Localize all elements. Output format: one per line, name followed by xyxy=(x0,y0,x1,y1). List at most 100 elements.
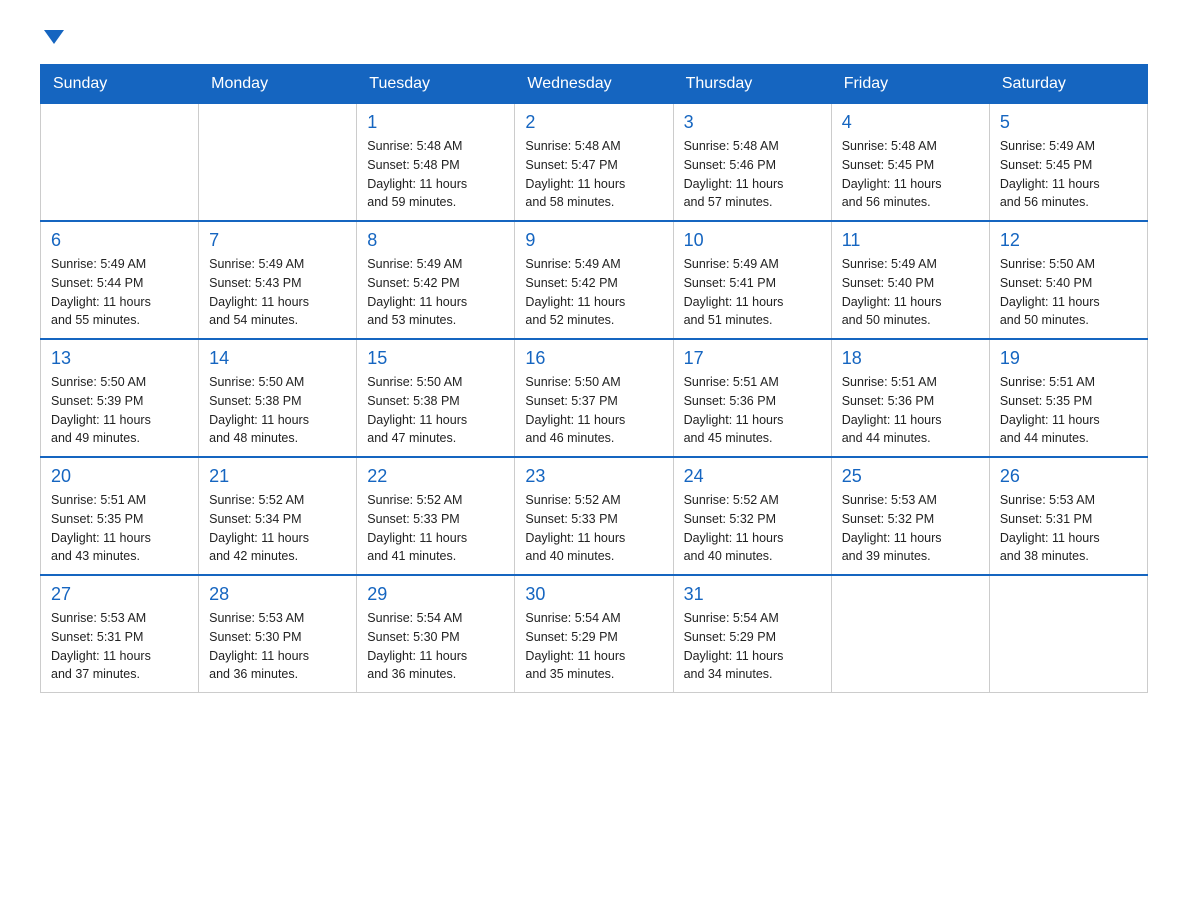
day-number: 16 xyxy=(525,348,662,369)
calendar-cell xyxy=(199,104,357,222)
calendar-cell: 14Sunrise: 5:50 AM Sunset: 5:38 PM Dayli… xyxy=(199,339,357,457)
day-info: Sunrise: 5:51 AM Sunset: 5:35 PM Dayligh… xyxy=(1000,373,1137,448)
calendar-week-row: 1 Sunrise: 5:48 AM Sunset: 5:48 PM Daylig… xyxy=(41,104,1148,222)
day-info: Sunrise: 5:53 AM Sunset: 5:31 PM Dayligh… xyxy=(1000,491,1137,566)
day-number: 23 xyxy=(525,466,662,487)
calendar-week-row: 13 Sunrise: 5:50 AM Sunset: 5:39 PM Dayli… xyxy=(41,339,1148,457)
calendar-cell: 9 Sunrise: 5:49 AM Sunset: 5:42 PM Daylig… xyxy=(515,221,673,339)
day-number: 18 xyxy=(842,348,979,369)
day-number: 7 xyxy=(209,230,346,251)
weekday-header-tuesday: Tuesday xyxy=(357,65,515,104)
calendar-week-row: 20 Sunrise: 5:51 AM Sunset: 5:35 PM Dayli… xyxy=(41,457,1148,575)
day-info: Sunrise: 5:50 AM Sunset: 5:37 PM Dayligh… xyxy=(525,373,662,448)
day-info: Sunrise: 5:49 AM Sunset: 5:41 PM Dayligh… xyxy=(684,255,821,330)
day-info: Sunrise: 5:48 AM Sunset: 5:46 PM Dayligh… xyxy=(684,137,821,212)
calendar-cell: 20 Sunrise: 5:51 AM Sunset: 5:35 PM Dayli… xyxy=(41,457,199,575)
weekday-header-friday: Friday xyxy=(831,65,989,104)
day-info: Sunrise: 5:51 AM Sunset: 5:36 PM Dayligh… xyxy=(842,373,979,448)
weekday-header-saturday: Saturday xyxy=(989,65,1147,104)
day-number: 27 xyxy=(51,584,188,605)
calendar-table: SundayMondayTuesdayWednesdayThursdayFrid… xyxy=(40,64,1148,693)
page-header xyxy=(40,30,1148,44)
day-info: Sunrise: 5:49 AM Sunset: 5:42 PM Dayligh… xyxy=(525,255,662,330)
day-info: Sunrise: 5:53 AM Sunset: 5:30 PM Dayligh… xyxy=(209,609,346,684)
day-info: Sunrise: 5:52 AM Sunset: 5:34 PM Dayligh… xyxy=(209,491,346,566)
day-info: Sunrise: 5:51 AM Sunset: 5:35 PM Dayligh… xyxy=(51,491,188,566)
day-info: Sunrise: 5:49 AM Sunset: 5:40 PM Dayligh… xyxy=(842,255,979,330)
day-info: Sunrise: 5:50 AM Sunset: 5:39 PM Dayligh… xyxy=(51,373,188,448)
day-number: 19 xyxy=(1000,348,1137,369)
day-number: 29 xyxy=(367,584,504,605)
calendar-cell: 22Sunrise: 5:52 AM Sunset: 5:33 PM Dayli… xyxy=(357,457,515,575)
calendar-cell: 27Sunrise: 5:53 AM Sunset: 5:31 PM Dayli… xyxy=(41,575,199,693)
day-number: 13 xyxy=(51,348,188,369)
logo-triangle-icon xyxy=(44,30,64,44)
day-number: 3 xyxy=(684,112,821,133)
day-info: Sunrise: 5:48 AM Sunset: 5:47 PM Dayligh… xyxy=(525,137,662,212)
day-number: 21 xyxy=(209,466,346,487)
calendar-cell: 21 Sunrise: 5:52 AM Sunset: 5:34 PM Dayli… xyxy=(199,457,357,575)
day-number: 24 xyxy=(684,466,821,487)
day-info: Sunrise: 5:49 AM Sunset: 5:43 PM Dayligh… xyxy=(209,255,346,330)
weekday-header-thursday: Thursday xyxy=(673,65,831,104)
day-info: Sunrise: 5:49 AM Sunset: 5:42 PM Dayligh… xyxy=(367,255,504,330)
day-number: 2 xyxy=(525,112,662,133)
day-info: Sunrise: 5:49 AM Sunset: 5:44 PM Dayligh… xyxy=(51,255,188,330)
day-number: 4 xyxy=(842,112,979,133)
calendar-cell: 4 Sunrise: 5:48 AM Sunset: 5:45 PM Daylig… xyxy=(831,104,989,222)
day-number: 15 xyxy=(367,348,504,369)
calendar-cell: 25 Sunrise: 5:53 AM Sunset: 5:32 PM Dayli… xyxy=(831,457,989,575)
calendar-cell: 28 Sunrise: 5:53 AM Sunset: 5:30 PM Dayli… xyxy=(199,575,357,693)
calendar-cell: 17 Sunrise: 5:51 AM Sunset: 5:36 PM Dayli… xyxy=(673,339,831,457)
day-number: 17 xyxy=(684,348,821,369)
weekday-header-row: SundayMondayTuesdayWednesdayThursdayFrid… xyxy=(41,65,1148,104)
day-info: Sunrise: 5:52 AM Sunset: 5:32 PM Dayligh… xyxy=(684,491,821,566)
calendar-cell: 5Sunrise: 5:49 AM Sunset: 5:45 PM Daylig… xyxy=(989,104,1147,222)
day-number: 25 xyxy=(842,466,979,487)
day-info: Sunrise: 5:54 AM Sunset: 5:30 PM Dayligh… xyxy=(367,609,504,684)
day-info: Sunrise: 5:50 AM Sunset: 5:40 PM Dayligh… xyxy=(1000,255,1137,330)
calendar-cell xyxy=(831,575,989,693)
calendar-cell xyxy=(41,104,199,222)
calendar-cell: 2 Sunrise: 5:48 AM Sunset: 5:47 PM Daylig… xyxy=(515,104,673,222)
calendar-cell: 11 Sunrise: 5:49 AM Sunset: 5:40 PM Dayli… xyxy=(831,221,989,339)
calendar-cell: 10 Sunrise: 5:49 AM Sunset: 5:41 PM Dayli… xyxy=(673,221,831,339)
calendar-cell: 16 Sunrise: 5:50 AM Sunset: 5:37 PM Dayli… xyxy=(515,339,673,457)
day-info: Sunrise: 5:54 AM Sunset: 5:29 PM Dayligh… xyxy=(525,609,662,684)
day-number: 30 xyxy=(525,584,662,605)
calendar-cell: 19 Sunrise: 5:51 AM Sunset: 5:35 PM Dayli… xyxy=(989,339,1147,457)
calendar-cell: 12 Sunrise: 5:50 AM Sunset: 5:40 PM Dayli… xyxy=(989,221,1147,339)
day-info: Sunrise: 5:52 AM Sunset: 5:33 PM Dayligh… xyxy=(367,491,504,566)
day-info: Sunrise: 5:49 AM Sunset: 5:45 PM Dayligh… xyxy=(1000,137,1137,212)
day-number: 28 xyxy=(209,584,346,605)
day-number: 8 xyxy=(367,230,504,251)
day-info: Sunrise: 5:48 AM Sunset: 5:48 PM Dayligh… xyxy=(367,137,504,212)
calendar-cell: 7 Sunrise: 5:49 AM Sunset: 5:43 PM Daylig… xyxy=(199,221,357,339)
day-info: Sunrise: 5:51 AM Sunset: 5:36 PM Dayligh… xyxy=(684,373,821,448)
calendar-cell: 6Sunrise: 5:49 AM Sunset: 5:44 PM Daylig… xyxy=(41,221,199,339)
day-number: 20 xyxy=(51,466,188,487)
day-info: Sunrise: 5:48 AM Sunset: 5:45 PM Dayligh… xyxy=(842,137,979,212)
calendar-cell: 26 Sunrise: 5:53 AM Sunset: 5:31 PM Dayli… xyxy=(989,457,1147,575)
logo xyxy=(40,30,64,44)
calendar-cell: 3 Sunrise: 5:48 AM Sunset: 5:46 PM Daylig… xyxy=(673,104,831,222)
weekday-header-wednesday: Wednesday xyxy=(515,65,673,104)
day-number: 14 xyxy=(209,348,346,369)
day-number: 1 xyxy=(367,112,504,133)
day-number: 26 xyxy=(1000,466,1137,487)
calendar-week-row: 27Sunrise: 5:53 AM Sunset: 5:31 PM Dayli… xyxy=(41,575,1148,693)
day-info: Sunrise: 5:54 AM Sunset: 5:29 PM Dayligh… xyxy=(684,609,821,684)
day-number: 9 xyxy=(525,230,662,251)
calendar-week-row: 6Sunrise: 5:49 AM Sunset: 5:44 PM Daylig… xyxy=(41,221,1148,339)
day-number: 11 xyxy=(842,230,979,251)
day-info: Sunrise: 5:53 AM Sunset: 5:32 PM Dayligh… xyxy=(842,491,979,566)
weekday-header-sunday: Sunday xyxy=(41,65,199,104)
weekday-header-monday: Monday xyxy=(199,65,357,104)
day-number: 10 xyxy=(684,230,821,251)
day-number: 12 xyxy=(1000,230,1137,251)
calendar-cell: 31Sunrise: 5:54 AM Sunset: 5:29 PM Dayli… xyxy=(673,575,831,693)
calendar-cell: 29 Sunrise: 5:54 AM Sunset: 5:30 PM Dayli… xyxy=(357,575,515,693)
calendar-cell xyxy=(989,575,1147,693)
calendar-cell: 8 Sunrise: 5:49 AM Sunset: 5:42 PM Daylig… xyxy=(357,221,515,339)
calendar-cell: 15Sunrise: 5:50 AM Sunset: 5:38 PM Dayli… xyxy=(357,339,515,457)
